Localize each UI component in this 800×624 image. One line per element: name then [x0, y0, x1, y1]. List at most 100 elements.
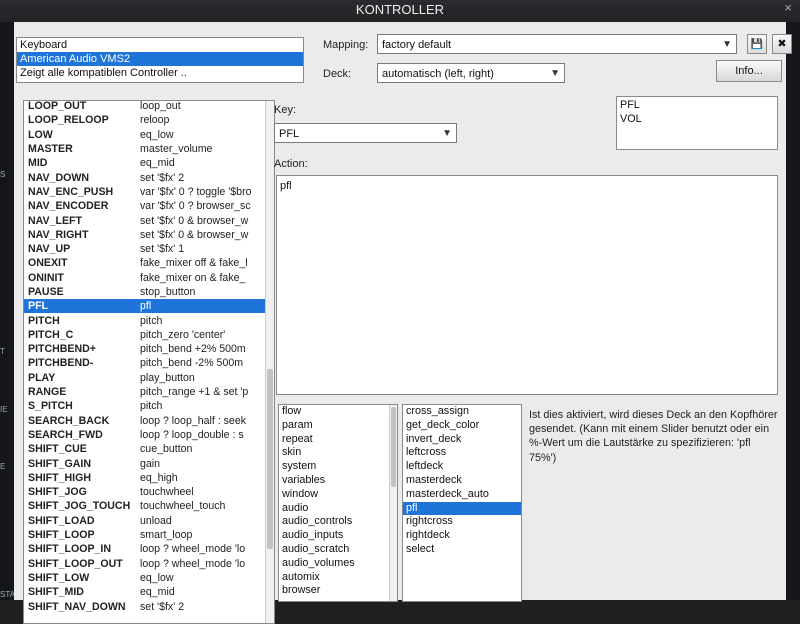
- command-row[interactable]: SEARCH_FWD loop ? loop_double : s: [24, 428, 274, 442]
- background-label: E: [0, 462, 6, 471]
- controller-list[interactable]: Keyboard American Audio VMS2 Zeigt alle …: [16, 37, 304, 83]
- category-item[interactable]: param: [279, 419, 397, 433]
- command-row[interactable]: NAV_ENC_PUSH var '$fx' 0 ? toggle '$bro: [24, 185, 274, 199]
- command-row[interactable]: SHIFT_JOG touchwheel: [24, 485, 274, 499]
- command-row[interactable]: PAUSE stop_button: [24, 285, 274, 299]
- command-row[interactable]: MASTER master_volume: [24, 142, 274, 156]
- command-row-selected[interactable]: PFL pfl: [24, 299, 274, 314]
- controller-item-selected[interactable]: American Audio VMS2: [17, 52, 303, 66]
- key-list-item[interactable]: VOL: [617, 113, 777, 127]
- command-list-scrollbar[interactable]: [265, 101, 274, 623]
- scrollbar-thumb[interactable]: [267, 369, 273, 549]
- command-row[interactable]: SHIFT_LOOP_IN loop ? wheel_mode 'lo: [24, 542, 274, 556]
- scrollbar-thumb[interactable]: [391, 407, 396, 487]
- command-row[interactable]: PITCH_C pitch_zero 'center': [24, 328, 274, 342]
- category-item[interactable]: variables: [279, 474, 397, 488]
- command-row[interactable]: MID eq_mid: [24, 156, 274, 170]
- key-dropdown[interactable]: PFL ▼: [274, 123, 457, 143]
- action-text[interactable]: pfl: [277, 176, 777, 196]
- command-key: NAV_UP: [28, 243, 71, 256]
- command-action: pitch_zero 'center': [140, 328, 226, 341]
- category-item[interactable]: flow: [279, 405, 397, 419]
- command-row[interactable]: ONEXIT fake_mixer off & fake_l: [24, 256, 274, 270]
- category-scrollbar[interactable]: [389, 405, 397, 601]
- command-row[interactable]: SHIFT_JOG_TOUCH touchwheel_touch: [24, 499, 274, 513]
- verb-item[interactable]: get_deck_color: [403, 419, 521, 433]
- verb-item[interactable]: leftcross: [403, 446, 521, 460]
- category-item[interactable]: audio_volumes: [279, 557, 397, 571]
- close-icon[interactable]: ×: [784, 0, 792, 18]
- command-row[interactable]: PITCHBEND-pitch_bend -2% 500m: [24, 356, 274, 370]
- command-row[interactable]: SHIFT_HIGH eq_high: [24, 471, 274, 485]
- command-action: var '$fx' 0 ? browser_sc: [140, 200, 251, 213]
- category-item[interactable]: browser: [279, 584, 397, 598]
- mapping-dropdown[interactable]: factory default ▼: [377, 34, 737, 54]
- command-key: S_PITCH: [28, 400, 73, 413]
- action-editor[interactable]: pfl: [276, 175, 778, 395]
- command-row[interactable]: PITCH pitch: [24, 313, 274, 327]
- command-key: SHIFT_MID: [28, 586, 84, 599]
- command-action: pitch: [140, 314, 163, 327]
- command-action: set '$fx' 0 & browser_w: [140, 214, 249, 227]
- category-item[interactable]: audio: [279, 502, 397, 516]
- command-action: pitch_range +1 & set 'p: [140, 386, 249, 399]
- deck-dropdown[interactable]: automatisch (left, right) ▼: [377, 63, 565, 83]
- verb-item[interactable]: rightdeck: [403, 529, 521, 543]
- command-row[interactable]: S_PITCH pitch: [24, 399, 274, 413]
- verb-item-selected[interactable]: pfl: [403, 501, 521, 516]
- command-row[interactable]: PITCHBEND+ pitch_bend +2% 500m: [24, 342, 274, 356]
- command-row[interactable]: NAV_LEFT set '$fx' 0 & browser_w: [24, 213, 274, 227]
- command-row[interactable]: SHIFT_CUE cue_button: [24, 442, 274, 456]
- command-row[interactable]: PLAY play_button: [24, 371, 274, 385]
- category-item[interactable]: audio_controls: [279, 515, 397, 529]
- command-row[interactable]: SHIFT_MID eq_mid: [24, 585, 274, 599]
- command-row[interactable]: SHIFT_LOOP_OUT loop ? wheel_mode 'lo: [24, 557, 274, 571]
- command-row[interactable]: NAV_DOWN set '$fx' 2: [24, 170, 274, 184]
- category-item[interactable]: audio_scratch: [279, 543, 397, 557]
- command-row[interactable]: LOOP_OUT loop_out: [24, 101, 274, 113]
- delete-mapping-button[interactable]: ✖: [772, 34, 792, 54]
- verb-item[interactable]: rightcross: [403, 515, 521, 529]
- verb-item[interactable]: masterdeck_auto: [403, 488, 521, 502]
- command-key: NAV_RIGHT: [28, 228, 89, 241]
- verb-item[interactable]: masterdeck: [403, 474, 521, 488]
- verb-item[interactable]: leftdeck: [403, 460, 521, 474]
- category-item[interactable]: repeat: [279, 433, 397, 447]
- command-row[interactable]: NAV_ENCODER var '$fx' 0 ? browser_sc: [24, 199, 274, 213]
- info-button[interactable]: Info...: [716, 60, 782, 82]
- controller-item[interactable]: Zeigt alle kompatiblen Controller ..: [17, 66, 303, 80]
- save-mapping-button[interactable]: 💾: [747, 34, 767, 54]
- key-list-item[interactable]: PFL: [617, 99, 777, 113]
- command-row[interactable]: NAV_RIGHT set '$fx' 0 & browser_w: [24, 228, 274, 242]
- category-item[interactable]: skin: [279, 446, 397, 460]
- command-row[interactable]: SHIFT_LOOP smart_loop: [24, 528, 274, 542]
- command-row[interactable]: LOW eq_low: [24, 128, 274, 142]
- verb-list[interactable]: cross_assign get_deck_color invert_deck lef…: [402, 404, 522, 602]
- category-item[interactable]: automix: [279, 571, 397, 585]
- verb-item[interactable]: cross_assign: [403, 405, 521, 419]
- chevron-down-icon: ▼: [442, 128, 452, 139]
- category-item[interactable]: window: [279, 488, 397, 502]
- command-key: ONEXIT: [28, 257, 68, 270]
- controller-item[interactable]: Keyboard: [17, 38, 303, 52]
- command-key: ONINIT: [28, 271, 64, 284]
- command-row[interactable]: SEARCH_BACK loop ? loop_half : seek: [24, 414, 274, 428]
- command-row[interactable]: RANGE pitch_range +1 & set 'p: [24, 385, 274, 399]
- command-row[interactable]: LOOP_RELOOP reloop: [24, 113, 274, 127]
- command-row[interactable]: ONINIT fake_mixer on & fake_: [24, 271, 274, 285]
- category-item[interactable]: audio_inputs: [279, 529, 397, 543]
- command-row[interactable]: SHIFT_LOW eq_low: [24, 571, 274, 585]
- command-action: eq_mid: [140, 157, 175, 170]
- command-row[interactable]: SHIFT_GAIN gain: [24, 456, 274, 470]
- verb-item[interactable]: invert_deck: [403, 433, 521, 447]
- command-action: cue_button: [140, 443, 193, 456]
- command-key: NAV_LEFT: [28, 214, 82, 227]
- command-row[interactable]: SHIFT_NAV_DOWN set '$fx' 2: [24, 599, 274, 613]
- verb-item[interactable]: select: [403, 543, 521, 557]
- command-row[interactable]: NAV_UP set '$fx' 1: [24, 242, 274, 256]
- command-row[interactable]: SHIFT_LOAD unload: [24, 514, 274, 528]
- category-item[interactable]: system: [279, 460, 397, 474]
- category-list[interactable]: flow param repeat skin system variables window…: [278, 404, 398, 602]
- command-list[interactable]: LOOP_OUT loop_out LOOP_RELOOP reloop LOW eq_l…: [23, 100, 275, 624]
- key-list[interactable]: PFL VOL: [616, 96, 778, 150]
